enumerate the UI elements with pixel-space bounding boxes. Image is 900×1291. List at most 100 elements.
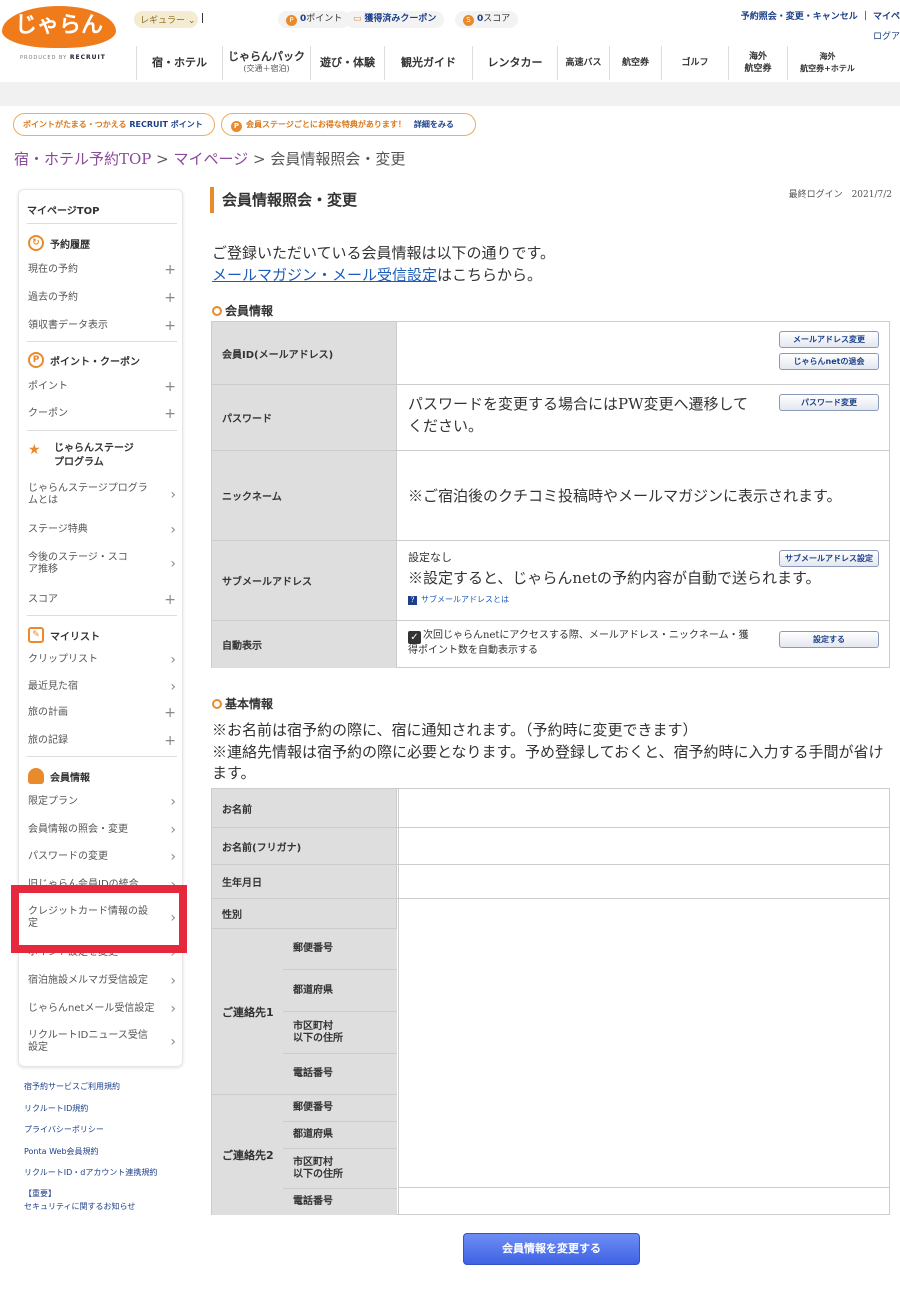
footer-link-ponta[interactable]: Ponta Web会員規約 (24, 1146, 99, 1157)
table-row: 会員ID(メールアドレス) メールアドレス変更 じゃらんnetの退会 (212, 322, 889, 384)
sidebar-item-hotel-mail[interactable]: 宿泊施設メルマガ受信設定 › (28, 973, 176, 989)
birthday-label: 生年月日 (212, 865, 397, 898)
point-coupon-icon: P (28, 352, 44, 368)
reservation-links[interactable]: 予約照会・変更・キャンセル ｜ マイペ (741, 9, 900, 22)
footer-link-d-account[interactable]: リクルートID・dアカウント連携規約 (24, 1167, 157, 1178)
member-rank-label: レギュラー (140, 16, 186, 26)
sidebar-item-member-info[interactable]: 会員情報の照会・変更 › (28, 823, 176, 837)
points-link[interactable]: P 0ポイント (278, 11, 351, 28)
sidebar-item-receipt[interactable]: 領収書データ表示 + (28, 318, 176, 334)
gnav-overseas-hotel[interactable]: 海外 航空券+ホテル (787, 46, 867, 80)
contact2-zip-label: 郵便番号 (283, 1094, 397, 1121)
member-id-value: メールアドレス変更 じゃらんnetの退会 (398, 322, 889, 384)
sidebar-item-password[interactable]: パスワードの変更 › (28, 850, 176, 864)
sub-email-help-link[interactable]: ? サブメールアドレスとは (408, 595, 509, 605)
points-label: ポイント (306, 14, 343, 24)
recruit-point-banner[interactable]: ポイントがたまる・つかえる RECRUIT ポイント (13, 113, 215, 136)
footer-link-privacy[interactable]: プライバシーポリシー (24, 1124, 104, 1135)
header-band (0, 82, 900, 106)
chevron-right-icon: › (170, 487, 176, 503)
produced-by-text: PRODUCED BY (20, 55, 68, 61)
footer-link-recruit-id[interactable]: リクルートID規約 (24, 1103, 88, 1114)
sidebar-item-recruit-news[interactable]: リクルートIDニュース受信設定 › (28, 1030, 176, 1054)
contact1-pref-label: 都道府県 (283, 969, 397, 1011)
member-info-table: 会員ID(メールアドレス) メールアドレス変更 じゃらんnetの退会 パスワード… (211, 321, 890, 668)
sidebar-item-coupon[interactable]: クーポン + (28, 406, 176, 422)
breadcrumb-top[interactable]: 宿・ホテル予約TOP (14, 150, 151, 168)
gnav-pack[interactable]: じゃらんパック (交通＋宿泊) (222, 46, 310, 80)
contact1-label: ご連絡先1 (212, 928, 284, 1094)
coupons-label: 獲得済みクーポン (364, 14, 437, 24)
circle-icon (212, 306, 222, 316)
withdraw-button[interactable]: じゃらんnetの退会 (779, 353, 879, 370)
change-password-button[interactable]: パスワード変更 (779, 394, 879, 411)
update-member-info-button[interactable]: 会員情報を変更する (463, 1233, 640, 1265)
star-icon: ★ (28, 442, 41, 458)
last-login: 最終ログイン 2021/7/2 (788, 190, 892, 200)
score-link[interactable]: S 0スコア (455, 11, 519, 28)
gnav-hotel[interactable]: 宿・ホテル (136, 46, 222, 80)
divider (202, 13, 203, 23)
chevron-right-icon: › (170, 1034, 176, 1050)
footer-link-terms[interactable]: 宿予約サービスご利用規約 (24, 1081, 120, 1092)
sidebar-item-record[interactable]: 旅の記録 + (28, 733, 176, 749)
gnav-activity[interactable]: 遊び・体験 (310, 46, 384, 80)
mail-settings-link[interactable]: メールマガジン・メール受信設定 (212, 266, 437, 284)
sidebar-item-current-reservation[interactable]: 現在の予約 + (28, 263, 176, 277)
sidebar-item-recent[interactable]: 最近見た宿 › (28, 680, 176, 694)
sidebar-item-point[interactable]: ポイント + (28, 380, 176, 394)
plus-icon: + (164, 733, 176, 749)
auto-display-label: 自動表示 (212, 621, 397, 668)
sidebar-item-stage-benefit[interactable]: ステージ特典 › (28, 523, 176, 537)
produced-by-recruit: PRODUCED BY RECRUIT (20, 54, 106, 61)
sidebar-item-jalan-mail[interactable]: じゃらんnetメール受信設定 › (28, 1002, 176, 1016)
table-row: 自動表示 ✓ 次回じゃらんnetにアクセスする際、メールアドレス・ニックネーム・獲… (212, 620, 889, 668)
basic-info-values (398, 789, 889, 1215)
sidebar-item-clip[interactable]: クリップリスト › (28, 653, 176, 667)
sidebar-mypage-top[interactable]: マイページTOP (27, 202, 99, 217)
gnav-guide[interactable]: 観光ガイド (384, 46, 472, 80)
gnav-golf[interactable]: ゴルフ (661, 46, 728, 80)
chevron-down-icon: ⌄ (187, 16, 196, 26)
gnav-air[interactable]: 航空券 (609, 46, 661, 80)
jalan-logo[interactable]: じゃらん (2, 6, 116, 48)
gnav-overseas-air[interactable]: 海外 航空券 (728, 46, 787, 80)
stage-benefit-banner[interactable]: P 会員ステージごとにお得な特典があります！ 詳細をみる (221, 113, 476, 136)
plus-icon: + (164, 290, 176, 306)
logout-link[interactable]: ログア (873, 29, 900, 42)
change-email-button[interactable]: メールアドレス変更 (779, 331, 879, 348)
gnav-rentacar[interactable]: レンタカー (472, 46, 557, 80)
auto-display-settings-button[interactable]: 設定する (779, 631, 879, 648)
sidebar-item-stage-about[interactable]: じゃらんステージプログラムとは › (28, 483, 176, 507)
sidebar-item-plan[interactable]: 旅の計画 + (28, 706, 176, 720)
member-rank-dropdown[interactable]: レギュラー ⌄ (134, 11, 198, 28)
section-reserve-history: ↻ 予約履歴 (28, 235, 90, 251)
sub-email-value: 設定なし ※設定すると、じゃらんnetの予約内容が自動で送られます。 ? サブメー… (398, 541, 889, 620)
plus-icon: + (164, 592, 176, 608)
sidebar-item-past-reservation[interactable]: 過去の予約 + (28, 290, 176, 306)
section-member-info-heading: 会員情報 (212, 302, 273, 319)
coupon-icon: ▭ (353, 14, 362, 24)
page-title: 会員情報照会・変更 (210, 187, 357, 213)
sub-email-settings-button[interactable]: サブメールアドレス設定 (779, 550, 879, 567)
breadcrumb-mypage[interactable]: マイページ (174, 150, 249, 168)
footer-link-important[interactable]: 【重要】 (24, 1188, 56, 1199)
plus-icon: + (164, 406, 176, 422)
checkbox-checked-icon[interactable]: ✓ (408, 631, 421, 644)
chevron-right-icon: › (170, 973, 176, 989)
contact1-city-label: 市区町村 以下の住所 (283, 1011, 397, 1053)
sidebar-item-score[interactable]: スコア + (28, 592, 176, 608)
basic-info-note-contact: ※連絡先情報は宿予約の際に必要となります。予め登録しておくと、宿予約時に入力する… (212, 743, 884, 782)
coupons-link[interactable]: ▭ 獲得済みクーポン (345, 11, 445, 28)
gnav-bus[interactable]: 高速バス (557, 46, 609, 80)
footer-link-security[interactable]: セキュリティに関するお知らせ (24, 1201, 135, 1212)
sidebar-item-limited-plan[interactable]: 限定プラン › (28, 795, 176, 809)
breadcrumb: 宿・ホテル予約TOP > マイページ > 会員情報照会・変更 (14, 150, 406, 168)
contact1-zip-label: 郵便番号 (283, 928, 397, 969)
gender-label: 性別 (212, 899, 397, 928)
sidebar-item-stage-forecast[interactable]: 今後のステージ・スコア推移 › (28, 552, 176, 576)
divider (399, 1187, 889, 1188)
section-member-info: 会員情報 (28, 768, 90, 784)
edit-list-icon: ✎ (28, 627, 44, 643)
plus-icon: + (164, 318, 176, 334)
